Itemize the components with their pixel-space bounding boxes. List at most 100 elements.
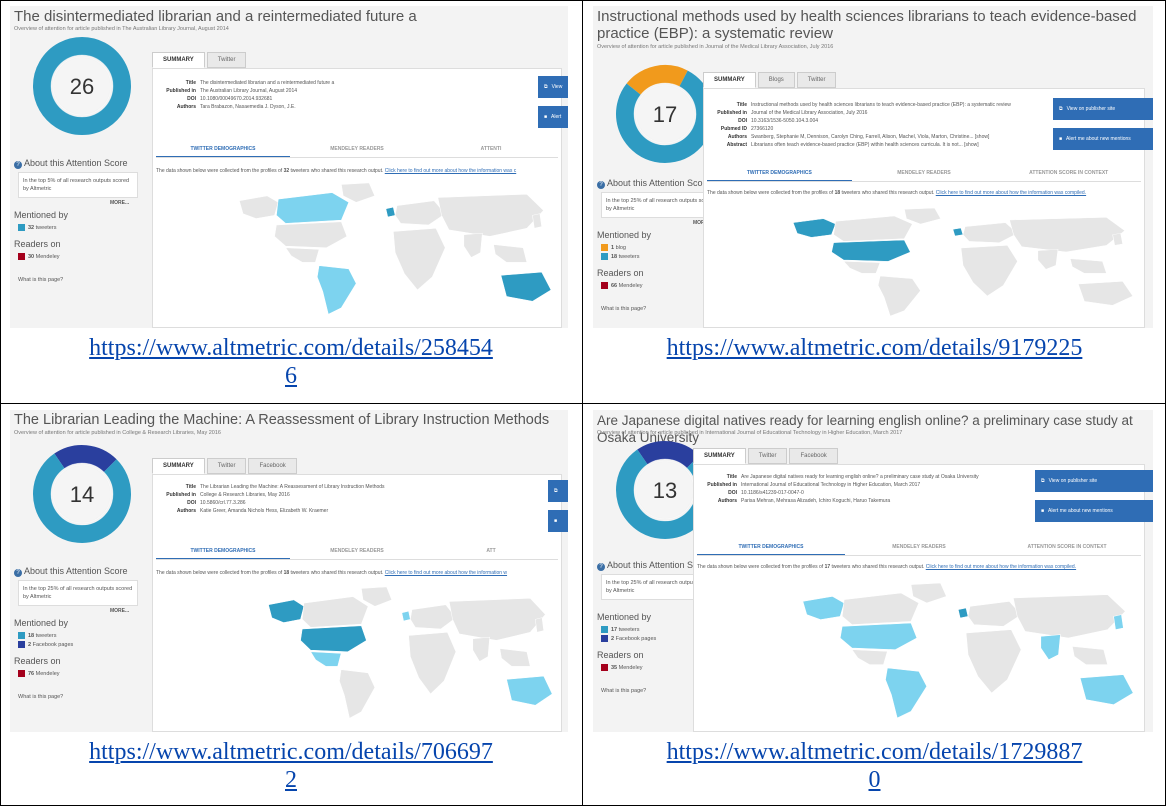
map-region-mexico[interactable] (285, 247, 320, 263)
map-region-uk[interactable] (401, 610, 411, 622)
map-region-australia[interactable] (500, 271, 552, 302)
map-region-asia[interactable] (1009, 217, 1126, 253)
map-region-japan[interactable] (1113, 614, 1124, 630)
map-region-asia[interactable] (448, 597, 546, 641)
reader-source[interactable]: 66 Mendeley (601, 282, 643, 290)
mention-source[interactable]: 1 blog (601, 244, 626, 252)
map-region-europe[interactable] (394, 200, 446, 226)
what-is-this-page-link[interactable]: What is this page? (601, 688, 646, 694)
what-is-this-page-link[interactable]: What is this page? (18, 277, 63, 283)
map-region-africa[interactable] (392, 228, 446, 291)
map-region-india[interactable] (1040, 634, 1061, 661)
info-compiled-link[interactable]: Click here to find out more about how th… (926, 564, 1076, 570)
tab-twitter[interactable]: Twitter (747, 448, 788, 464)
reader-source[interactable]: 30 Mendeley (18, 253, 60, 261)
map-region-usa[interactable] (300, 625, 367, 653)
alert-button[interactable]: ■ Alert (538, 106, 568, 128)
about-score-link[interactable]: ? About this Attention Score (597, 178, 711, 189)
map-region-europe[interactable] (967, 601, 1022, 627)
map-region-southam[interactable] (316, 265, 357, 315)
reader-source[interactable]: 76 Mendeley (18, 670, 60, 678)
alert-button[interactable]: ■ (548, 510, 568, 532)
altmetric-details-link[interactable]: https://www.altmetric.com/details/258454… (10, 334, 572, 390)
map-region-seasia[interactable] (1069, 258, 1107, 274)
map-region-asia[interactable] (437, 193, 544, 237)
subtab-mendeley-readers[interactable]: MENDELEY READERS (290, 548, 424, 554)
about-score-link[interactable]: ? About this Attention Score (14, 566, 128, 577)
map-region-southam[interactable] (885, 667, 928, 719)
map-region-australia[interactable] (506, 675, 553, 706)
map-region-mexico[interactable] (843, 261, 881, 274)
subtab-attention-context[interactable]: ATT (424, 548, 558, 554)
subtab-attention-context[interactable]: ATTENTION SCORE IN CONTEXT (993, 544, 1141, 550)
alert-button[interactable]: ■ Alert me about new mentions (1053, 128, 1153, 150)
map-region-canada[interactable] (833, 215, 913, 242)
what-is-this-page-link[interactable]: What is this page? (601, 306, 646, 312)
map-region-canada[interactable] (841, 592, 920, 625)
tab-summary[interactable]: SUMMARY (693, 448, 746, 464)
info-compiled-link[interactable]: Click here to find out more about how th… (936, 190, 1086, 196)
mention-source[interactable]: 18 tweeters (18, 632, 56, 640)
map-region-uk[interactable] (952, 227, 964, 237)
info-compiled-link[interactable]: Click here to find out more about how th… (385, 570, 507, 576)
map-region-usa[interactable] (839, 622, 918, 650)
subtab-attention-context[interactable]: ATTENTI (424, 146, 558, 152)
mention-source[interactable]: 32 tweeters (18, 224, 56, 232)
view-publisher-button[interactable]: ⧉ View on publisher site (1053, 98, 1153, 120)
subtab-twitter-demographics[interactable]: TWITTER DEMOGRAPHICS (697, 544, 845, 550)
more-link[interactable]: MORE... (110, 608, 129, 614)
altmetric-details-link[interactable]: https://www.altmetric.com/details/172988… (593, 738, 1156, 794)
map-region-uk[interactable] (957, 607, 969, 619)
map-region-india[interactable] (472, 636, 490, 662)
map-region-mexico[interactable] (851, 649, 888, 665)
map-region-canada[interactable] (276, 192, 350, 224)
more-link[interactable]: MORE... (110, 200, 129, 206)
tab-blogs[interactable]: Blogs (757, 72, 795, 88)
map-region-seasia[interactable] (1071, 646, 1109, 665)
map-region-alaska[interactable] (792, 218, 836, 238)
view-publisher-button[interactable]: ⧉ View (538, 76, 568, 98)
map-region-asia[interactable] (1012, 594, 1126, 639)
map-region-greenland[interactable] (361, 586, 393, 607)
tab-summary[interactable]: SUMMARY (152, 458, 205, 474)
map-region-alaska[interactable] (268, 599, 305, 623)
map-region-india[interactable] (463, 232, 483, 258)
map-region-greenland[interactable] (341, 182, 376, 203)
alert-button[interactable]: ■ Alert me about new mentions (1035, 500, 1153, 522)
map-region-usa[interactable] (831, 239, 911, 262)
map-region-southam[interactable] (339, 669, 376, 719)
mention-source[interactable]: 2 Facebook pages (601, 635, 656, 643)
info-compiled-link[interactable]: Click here to find out more about how th… (385, 168, 516, 174)
about-score-link[interactable]: ? About this Attention Score (14, 158, 128, 169)
subtab-mendeley-readers[interactable]: MENDELEY READERS (845, 544, 993, 550)
mention-source[interactable]: 18 tweeters (601, 253, 639, 261)
view-publisher-button[interactable]: ⧉ (548, 480, 568, 502)
subtab-twitter-demographics[interactable]: TWITTER DEMOGRAPHICS (156, 548, 290, 554)
tab-summary[interactable]: SUMMARY (152, 52, 205, 68)
map-region-seasia[interactable] (493, 244, 528, 263)
subtab-attention-context[interactable]: ATTENTION SCORE IN CONTEXT (996, 170, 1141, 176)
mention-source[interactable]: 17 tweeters (601, 626, 639, 634)
map-region-alaska[interactable] (802, 596, 845, 620)
map-region-japan[interactable] (532, 213, 543, 229)
subtab-mendeley-readers[interactable]: MENDELEY READERS (290, 146, 424, 152)
tab-twitter[interactable]: Twitter (206, 52, 247, 68)
altmetric-details-link[interactable]: https://www.altmetric.com/details/706697… (10, 738, 572, 794)
map-region-australia[interactable] (1077, 281, 1134, 306)
map-region-japan[interactable] (535, 617, 545, 633)
map-region-africa[interactable] (960, 245, 1018, 297)
view-publisher-button[interactable]: ⧉ View on publisher site (1035, 470, 1153, 492)
tab-twitter[interactable]: Twitter (206, 458, 247, 474)
subtab-twitter-demographics[interactable]: TWITTER DEMOGRAPHICS (707, 170, 852, 176)
map-region-greenland[interactable] (910, 582, 947, 604)
map-region-europe[interactable] (962, 222, 1018, 243)
map-region-usa[interactable] (274, 221, 348, 249)
subtab-mendeley-readers[interactable]: MENDELEY READERS (852, 170, 997, 176)
reader-source[interactable]: 35 Mendeley (601, 664, 643, 672)
mention-source[interactable]: 2 Facebook pages (18, 641, 73, 649)
tab-facebook[interactable]: Facebook (248, 458, 297, 474)
tab-summary[interactable]: SUMMARY (703, 72, 756, 88)
map-region-japan[interactable] (1112, 233, 1124, 246)
tab-twitter[interactable]: Twitter (796, 72, 837, 88)
map-region-southam[interactable] (877, 275, 921, 317)
